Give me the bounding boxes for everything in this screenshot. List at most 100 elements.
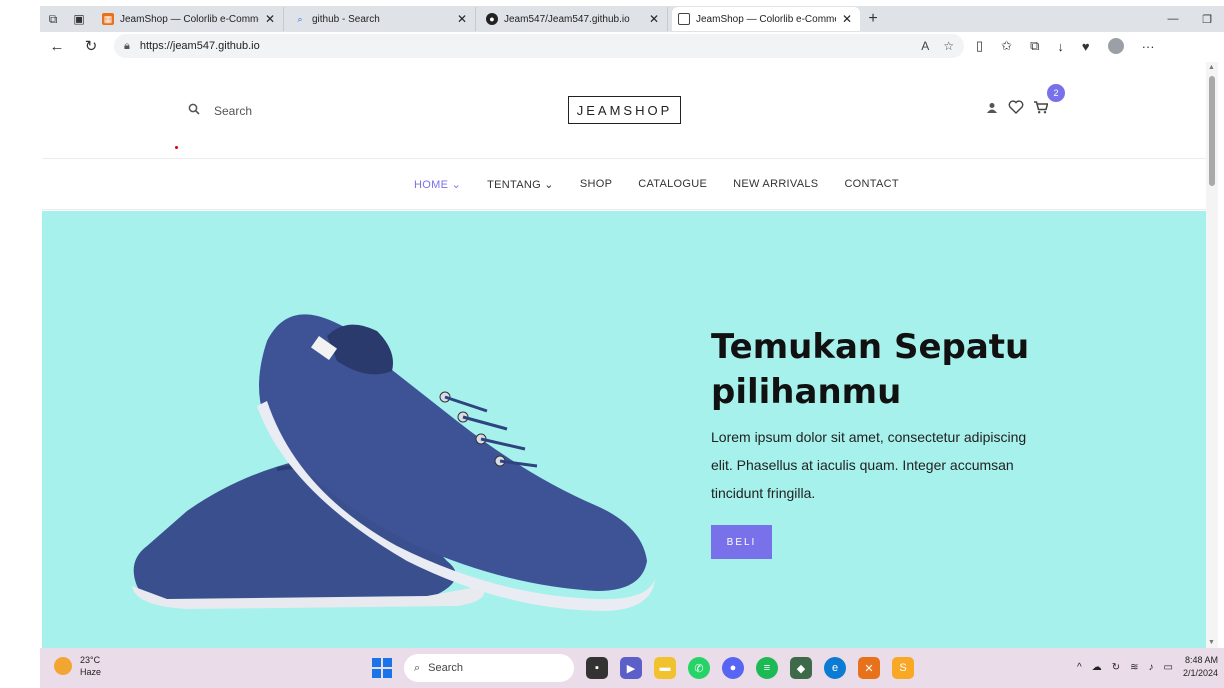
lock-icon[interactable]: 🔒︎ xyxy=(124,40,130,53)
github-icon: ● xyxy=(486,13,498,25)
shoe-image xyxy=(132,314,655,611)
hero-text: Lorem ipsum dolor sit amet, consectetur … xyxy=(711,429,1027,501)
browser-tab-4[interactable]: JeamShop — Colorlib e-Commerce ✕ xyxy=(672,7,860,31)
close-icon[interactable]: ✕ xyxy=(265,12,275,26)
system-tray: ^ ☁ ↻ ≋ ♪ ▭ 8:48 AM 2/1/2024 xyxy=(1077,654,1218,680)
scrollbar-thumb[interactable] xyxy=(1209,76,1215,186)
clock[interactable]: 8:48 AM 2/1/2024 xyxy=(1183,654,1218,680)
browser-tab-2[interactable]: ⌕ github - Search ✕ xyxy=(288,7,476,31)
site-logo[interactable]: JEAMSHOP xyxy=(568,96,681,124)
tab-label: JeamShop — Colorlib e-Commerce xyxy=(120,13,259,25)
nav-label: CATALOGUE xyxy=(638,178,708,190)
edge-icon[interactable]: e xyxy=(824,657,846,679)
discord-icon[interactable]: ● xyxy=(722,657,744,679)
hero-title: Temukan Sepatu pilihanmu xyxy=(711,327,1030,412)
page-icon xyxy=(678,13,690,25)
close-icon[interactable]: ✕ xyxy=(842,12,852,26)
page-scrollbar[interactable]: ▲ ▼ xyxy=(1206,62,1218,648)
minimize-icon[interactable]: — xyxy=(1156,13,1190,25)
search-icon xyxy=(188,103,200,118)
address-bar[interactable]: 🔒︎ https://jeam547.github.io A ☆ xyxy=(114,34,964,58)
wifi-icon[interactable]: ≋ xyxy=(1130,662,1138,673)
split-screen-icon[interactable]: ▯ xyxy=(976,38,983,54)
more-icon[interactable]: ··· xyxy=(1142,39,1155,54)
favorites-icon[interactable]: ✩ xyxy=(1001,38,1012,54)
extensions-icon[interactable]: ♥ xyxy=(1082,39,1090,54)
weather-widget[interactable]: 23°C Haze xyxy=(54,654,101,678)
hero-banner: Temukan Sepatu pilihanmu Lorem ipsum dol… xyxy=(42,211,1206,648)
heart-icon[interactable] xyxy=(1008,100,1024,117)
battery-icon[interactable]: ▭ xyxy=(1164,662,1173,673)
weather-condition: Haze xyxy=(80,667,102,677)
nav-item-home[interactable]: HOME ⌄ xyxy=(414,178,461,191)
spotify-icon[interactable]: ≡ xyxy=(756,657,778,679)
profile-avatar[interactable] xyxy=(1107,38,1124,54)
taskbar-search[interactable]: ⌕ Search xyxy=(404,654,574,682)
scroll-up-icon[interactable]: ▲ xyxy=(1208,64,1215,71)
decorative-dot xyxy=(175,146,178,149)
nav-item-catalogue[interactable]: CATALOGUE xyxy=(638,178,707,191)
chevron-up-icon[interactable]: ^ xyxy=(1077,662,1082,673)
new-tab-icon[interactable]: + xyxy=(860,10,886,28)
back-icon[interactable]: ← xyxy=(40,38,74,55)
cart-icon[interactable] xyxy=(1034,100,1049,117)
site-search[interactable]: Search xyxy=(188,103,252,118)
sun-haze-icon xyxy=(54,657,72,675)
nav-label: NEW ARRIVALS xyxy=(733,178,819,190)
refresh-icon[interactable]: ↻ xyxy=(74,37,108,55)
header-icons xyxy=(986,100,1049,117)
restore-icon[interactable]: ❐ xyxy=(1190,13,1224,26)
colorlib-icon: ▦ xyxy=(102,13,114,25)
nav-label: CONTACT xyxy=(844,178,899,190)
teams-icon[interactable]: ▶ xyxy=(620,657,642,679)
search-label: Search xyxy=(214,103,253,118)
buy-button[interactable]: BELI xyxy=(711,525,772,559)
favorite-star-icon[interactable]: ☆ xyxy=(943,39,954,53)
game-app-icon[interactable]: ◆ xyxy=(790,657,812,679)
nav-label: SHOP xyxy=(579,178,613,190)
tab-actions-icon[interactable]: ▣ xyxy=(66,6,92,32)
read-aloud-icon[interactable]: A xyxy=(921,39,929,53)
os-taskbar: 23°C Haze ⌕ Search ▪ ▶ ▬ ✆ ● ≡ ◆ e ✕ S ^… xyxy=(40,648,1224,688)
browser-toolbar: ▯ ✩ ⧉ ↓ ♥ ··· xyxy=(976,38,1155,54)
cloud-icon[interactable]: ☁ xyxy=(1092,662,1102,673)
workspaces-icon[interactable]: ⧉ xyxy=(40,6,66,32)
cart-count-badge: 2 xyxy=(1047,84,1065,102)
task-view-icon[interactable]: ▪ xyxy=(586,657,608,679)
browser-tab-3[interactable]: ● Jeam547/Jeam547.github.io ✕ xyxy=(480,7,668,31)
site-header: Search JEAMSHOP 2 xyxy=(42,62,1206,159)
xampp-icon[interactable]: ✕ xyxy=(858,657,880,679)
nav-item-tentang[interactable]: TENTANG ⌄ xyxy=(487,178,554,191)
sublime-text-icon[interactable]: S xyxy=(892,657,914,679)
nav-label: TENTANG xyxy=(487,179,541,191)
user-icon[interactable] xyxy=(986,101,998,117)
main-navigation: HOME ⌄ TENTANG ⌄ SHOP CATALOGUE NEW ARRI… xyxy=(42,160,1206,210)
chevron-down-icon: ⌄ xyxy=(451,179,462,191)
tab-label: github - Search xyxy=(312,13,380,25)
file-explorer-icon[interactable]: ▬ xyxy=(654,657,676,679)
search-icon: ⌕ xyxy=(414,661,421,674)
nav-item-new-arrivals[interactable]: NEW ARRIVALS xyxy=(733,178,818,191)
nav-label: HOME xyxy=(414,179,449,191)
page-viewport: Search JEAMSHOP 2 HOME ⌄ TENTANG ⌄ SHOP … xyxy=(42,62,1206,648)
close-icon[interactable]: ✕ xyxy=(649,12,659,26)
whatsapp-icon[interactable]: ✆ xyxy=(688,657,710,679)
date: 2/1/2024 xyxy=(1182,668,1218,678)
scroll-down-icon[interactable]: ▼ xyxy=(1208,639,1215,646)
search-icon: ⌕ xyxy=(297,13,303,24)
tab-label: Jeam547/Jeam547.github.io xyxy=(504,13,630,25)
sync-icon[interactable]: ↻ xyxy=(1112,662,1120,673)
tab-label: JeamShop — Colorlib e-Commerce xyxy=(696,13,836,25)
nav-item-shop[interactable]: SHOP xyxy=(580,178,612,191)
nav-item-contact[interactable]: CONTACT xyxy=(844,178,898,191)
volume-icon[interactable]: ♪ xyxy=(1149,662,1154,673)
windows-start-icon[interactable] xyxy=(372,658,392,678)
close-icon[interactable]: ✕ xyxy=(457,12,467,26)
taskbar-apps: ⌕ Search ▪ ▶ ▬ ✆ ● ≡ ◆ e ✕ S xyxy=(372,654,914,682)
url-text: https://jeam547.github.io xyxy=(139,40,260,52)
window-controls: — ❐ xyxy=(1156,6,1224,32)
address-bar-row: ← ↻ 🔒︎ https://jeam547.github.io A ☆ ▯ ✩… xyxy=(40,32,1224,60)
browser-tab-1[interactable]: ▦ JeamShop — Colorlib e-Commerce ✕ xyxy=(96,7,284,31)
collections-icon[interactable]: ⧉ xyxy=(1030,38,1039,54)
download-icon[interactable]: ↓ xyxy=(1057,39,1064,54)
